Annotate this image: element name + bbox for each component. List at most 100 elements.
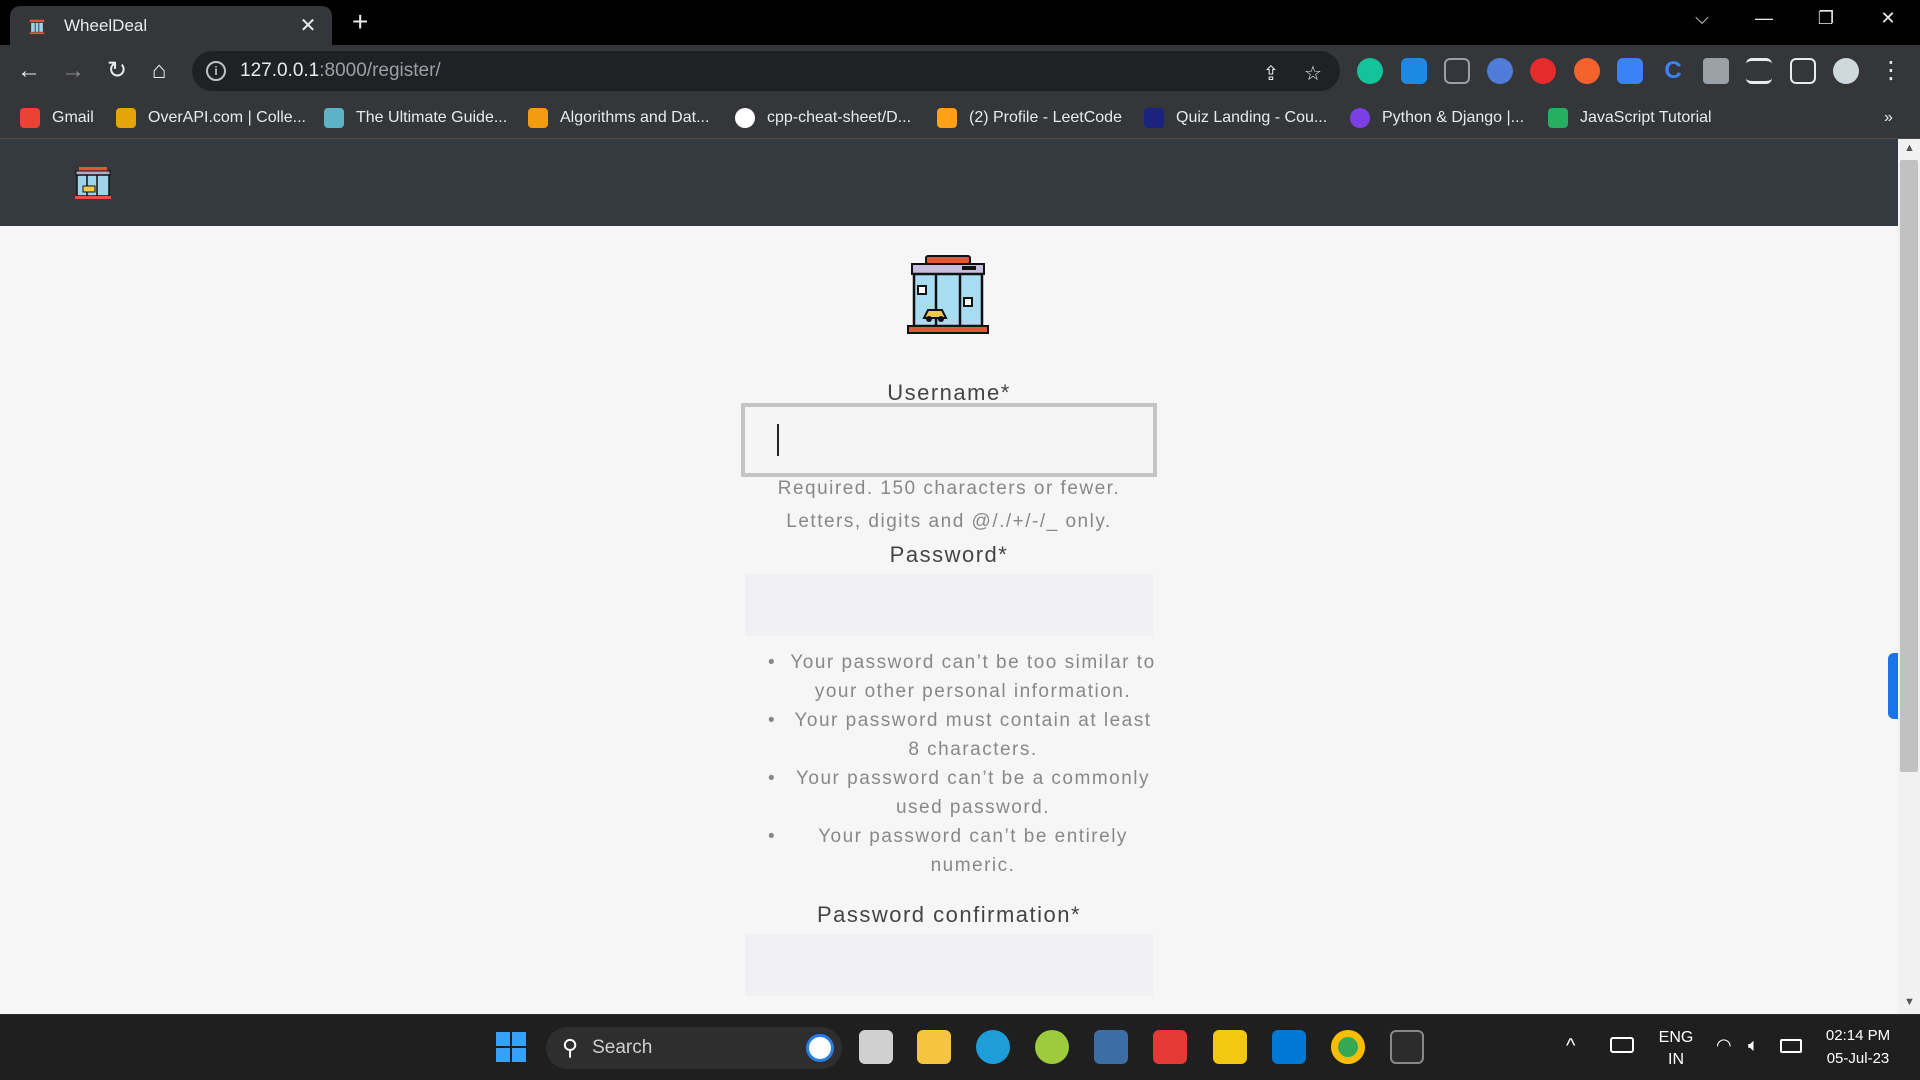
extension-icon-4[interactable] bbox=[1487, 58, 1513, 84]
bookmark-label: JavaScript Tutorial bbox=[1580, 109, 1712, 126]
bookmark-overapi[interactable]: OverAPI.com | Colle... bbox=[116, 107, 306, 129]
password-label: Password* bbox=[889, 542, 1009, 567]
battery-icon[interactable] bbox=[1780, 1039, 1802, 1053]
password-input[interactable] bbox=[745, 574, 1153, 636]
bookmark-label: Gmail bbox=[52, 109, 94, 126]
vscode-icon[interactable] bbox=[1272, 1030, 1306, 1064]
tab-close-icon[interactable]: ✕ bbox=[296, 13, 320, 38]
w3schools-icon bbox=[1548, 108, 1568, 128]
tab-title: WheelDeal bbox=[64, 15, 148, 35]
scroll-up-icon[interactable]: ▲ bbox=[1904, 142, 1915, 154]
github-icon bbox=[735, 108, 755, 128]
wheeldeal-favicon-icon bbox=[29, 19, 45, 34]
profile-avatar[interactable] bbox=[1833, 58, 1859, 84]
app-icon-2[interactable] bbox=[1094, 1030, 1128, 1064]
password-confirmation-input[interactable] bbox=[745, 934, 1153, 996]
leetcode-icon bbox=[937, 108, 957, 128]
password-rule: Your password can’t be a commonly used p… bbox=[760, 764, 1160, 822]
bookmark-javascript-tutorial[interactable]: JavaScript Tutorial bbox=[1548, 107, 1712, 129]
keyboard-icon[interactable] bbox=[1610, 1037, 1634, 1053]
region-code: IN bbox=[1668, 1051, 1684, 1068]
wifi-icon[interactable]: ◠ bbox=[1716, 1035, 1732, 1056]
bookmark-star-icon[interactable]: ☆ bbox=[1298, 61, 1328, 86]
browser-toolbar: ← → ↻ ⌂ i 127.0.0.1 :8000/register/ ⇪ ☆ … bbox=[0, 45, 1920, 97]
address-bar[interactable]: i 127.0.0.1 :8000/register/ ⇪ ☆ bbox=[192, 51, 1340, 91]
browser-menu-icon[interactable]: ⋮ bbox=[1874, 54, 1908, 88]
bookmark-quiz-landing[interactable]: Quiz Landing - Cou... bbox=[1144, 107, 1327, 129]
bookmark-python-django[interactable]: Python & Django |... bbox=[1350, 107, 1524, 129]
star-icon bbox=[1144, 108, 1164, 128]
wheeldeal-showroom-icon bbox=[907, 255, 989, 334]
taskbar-search-box[interactable]: ⚲ Search bbox=[546, 1027, 842, 1069]
password-rule: Your password can’t be too similar to yo… bbox=[760, 648, 1160, 706]
file-explorer-icon[interactable] bbox=[917, 1030, 951, 1064]
mail-extension-icon[interactable] bbox=[1444, 58, 1470, 84]
side-panel-icon[interactable] bbox=[1790, 58, 1816, 84]
bookmark-cpp-cheat-sheet[interactable]: cpp-cheat-sheet/D... bbox=[735, 107, 911, 129]
tab-search-dropdown-icon[interactable]: ⌵ bbox=[1682, 8, 1722, 29]
bookmark-ultimate-guide[interactable]: The Ultimate Guide... bbox=[324, 107, 507, 129]
bookmark-label: (2) Profile - LeetCode bbox=[969, 109, 1122, 126]
bookmark-label: The Ultimate Guide... bbox=[356, 109, 508, 126]
browser-tab-bar: WheelDeal ✕ + ⌵ — ❐ ✕ bbox=[0, 0, 1920, 45]
bookmark-label: Quiz Landing - Cou... bbox=[1176, 109, 1328, 126]
edge-icon[interactable] bbox=[976, 1030, 1010, 1064]
volume-icon[interactable]: 🔈︎ bbox=[1748, 1035, 1759, 1056]
clock-date: 05-Jul-23 bbox=[1826, 1050, 1890, 1067]
task-view-icon[interactable] bbox=[859, 1030, 893, 1064]
zotero-extension-icon[interactable] bbox=[1401, 58, 1427, 84]
username-help-line-2: Letters, digits and @/./+/-/_ only. bbox=[786, 511, 1112, 532]
bookmarks-overflow-button[interactable]: » bbox=[1884, 107, 1893, 129]
algorithms-icon bbox=[528, 108, 548, 128]
extension-c-icon[interactable]: C bbox=[1660, 58, 1686, 84]
password-rule: Your password can’t be entirely numeric. bbox=[760, 822, 1160, 880]
share-icon[interactable]: ⇪ bbox=[1256, 61, 1286, 86]
app-icon-1[interactable] bbox=[1035, 1030, 1069, 1064]
back-icon[interactable]: ← bbox=[12, 54, 46, 88]
scrollbar-thumb[interactable] bbox=[1900, 160, 1918, 772]
password-rule: Your password must contain at least 8 ch… bbox=[760, 706, 1160, 764]
tray-overflow-icon[interactable]: ^ bbox=[1566, 1035, 1575, 1058]
restore-button[interactable]: ❐ bbox=[1806, 8, 1846, 29]
home-icon[interactable]: ⌂ bbox=[142, 54, 176, 88]
chrome-icon[interactable] bbox=[1331, 1030, 1365, 1064]
close-window-button[interactable]: ✕ bbox=[1868, 8, 1908, 29]
reading-list-icon[interactable] bbox=[1746, 58, 1772, 84]
clock[interactable]: 02:14 PM 05-Jul-23 bbox=[1818, 1027, 1898, 1067]
windows-start-icon[interactable] bbox=[494, 1030, 528, 1064]
language-code: ENG bbox=[1658, 1029, 1694, 1046]
overapi-icon bbox=[116, 108, 136, 128]
minimize-button[interactable]: — bbox=[1744, 8, 1784, 29]
bookmark-algorithms[interactable]: Algorithms and Dat... bbox=[528, 107, 709, 129]
side-panel-indicator[interactable] bbox=[1888, 653, 1898, 719]
scroll-down-icon[interactable]: ▼ bbox=[1904, 996, 1915, 1008]
extensions-puzzle-icon[interactable] bbox=[1703, 58, 1729, 84]
bookmark-gmail[interactable]: Gmail bbox=[20, 107, 94, 129]
reload-icon[interactable]: ↻ bbox=[100, 54, 134, 88]
site-navbar bbox=[0, 139, 1898, 226]
bookmark-label: cpp-cheat-sheet/D... bbox=[767, 109, 912, 126]
new-tab-button[interactable]: + bbox=[352, 8, 368, 36]
bookmark-label: OverAPI.com | Colle... bbox=[148, 109, 306, 126]
power-bi-icon[interactable] bbox=[1213, 1030, 1247, 1064]
register-page: Username* Required. 150 characters or fe… bbox=[0, 226, 1898, 1014]
browser-tab[interactable]: WheelDeal ✕ bbox=[10, 6, 332, 45]
username-help-line-1: Required. 150 characters or fewer. bbox=[777, 478, 1121, 499]
terminal-icon[interactable] bbox=[1390, 1030, 1424, 1064]
bookmarks-bar: Gmail OverAPI.com | Colle... The Ultimat… bbox=[0, 97, 1920, 139]
wheeldeal-logo-icon[interactable] bbox=[73, 166, 113, 200]
forward-icon[interactable]: → bbox=[56, 54, 90, 88]
clock-time: 02:14 PM bbox=[1825, 1027, 1891, 1044]
extension-icon-6[interactable] bbox=[1574, 58, 1600, 84]
extension-icon-7[interactable] bbox=[1617, 58, 1643, 84]
bookmark-leetcode[interactable]: (2) Profile - LeetCode bbox=[937, 107, 1122, 129]
username-input[interactable] bbox=[741, 403, 1157, 477]
site-info-icon[interactable]: i bbox=[206, 61, 226, 81]
app-icon-3[interactable] bbox=[1153, 1030, 1187, 1064]
adblock-extension-icon[interactable] bbox=[1530, 58, 1556, 84]
windows-taskbar: ⚲ Search ^ ENG IN ◠ 🔈︎ 02:14 PM 05-Jul-2… bbox=[0, 1014, 1920, 1080]
text-cursor bbox=[777, 424, 779, 456]
language-indicator[interactable]: ENG IN bbox=[1656, 1029, 1696, 1069]
grammarly-extension-icon[interactable] bbox=[1357, 58, 1383, 84]
url-host: 127.0.0.1 bbox=[240, 60, 320, 81]
